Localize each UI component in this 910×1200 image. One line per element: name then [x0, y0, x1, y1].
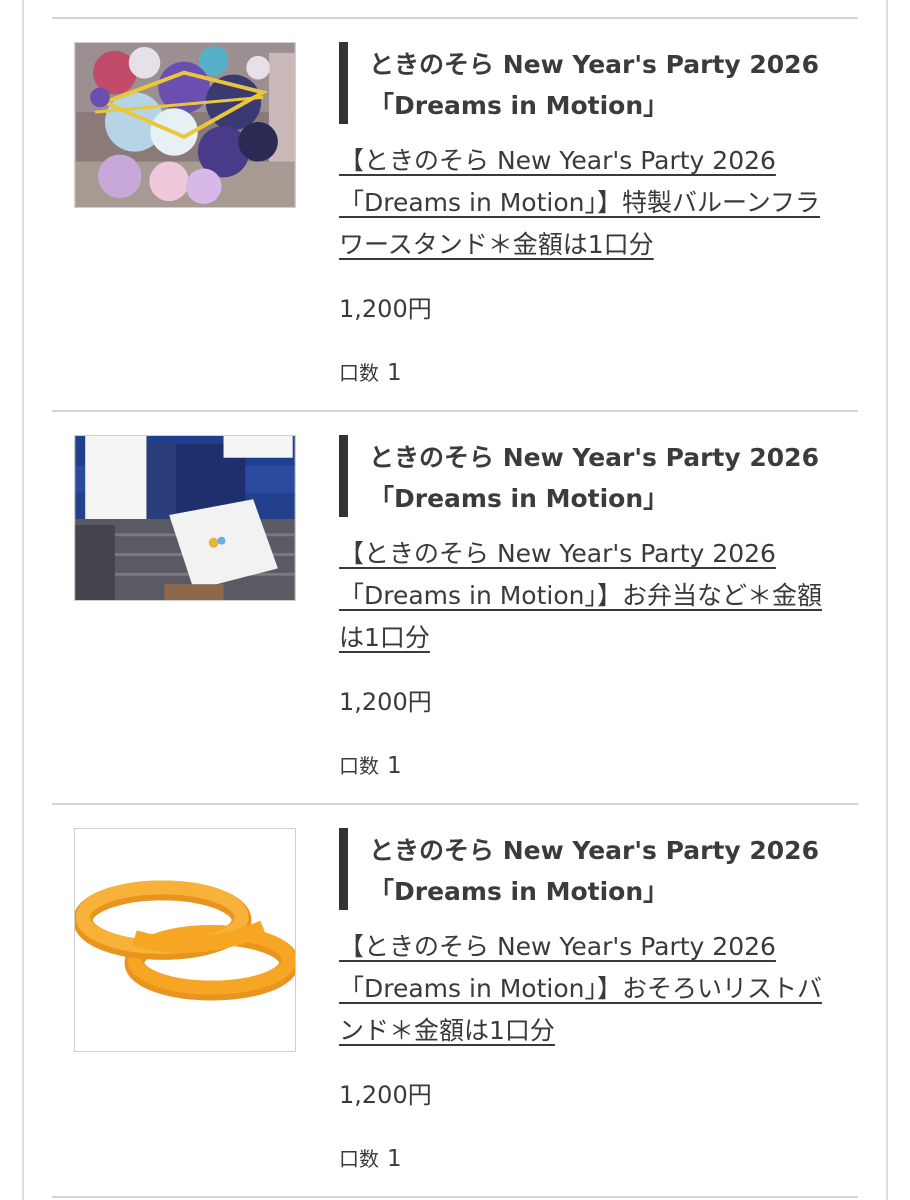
quantity-value: 1: [387, 360, 402, 386]
title-accent-bar: [339, 42, 348, 124]
product-name-link[interactable]: 【ときのそら New Year's Party 2026「Dreams in M…: [339, 926, 839, 1052]
balloon-flower-stand-photo: [75, 43, 295, 207]
left-border-line: [22, 0, 24, 1200]
wristband-illustration: [75, 829, 295, 1051]
event-title: ときのそら New Year's Party 2026 「Dreams in M…: [369, 836, 819, 906]
quantity-value: 1: [387, 753, 402, 779]
quantity-label: 口数: [339, 361, 379, 385]
bento-boxes-photo: [75, 436, 295, 600]
list-divider: [52, 1196, 858, 1198]
product-price: 1,200円: [339, 1081, 432, 1109]
quantity: 口数 1: [339, 357, 402, 386]
product-price: 1,200円: [339, 688, 432, 716]
product-price: 1,200円: [339, 295, 432, 323]
right-border-line: [886, 0, 888, 1200]
quantity: 口数 1: [339, 1143, 402, 1172]
event-title-block: ときのそら New Year's Party 2026 「Dreams in M…: [339, 435, 858, 519]
product-name-link[interactable]: 【ときのそら New Year's Party 2026「Dreams in M…: [339, 140, 839, 266]
cart-item: ときのそら New Year's Party 2026 「Dreams in M…: [52, 19, 858, 411]
event-title-block: ときのそら New Year's Party 2026 「Dreams in M…: [339, 42, 858, 126]
product-name-link[interactable]: 【ときのそら New Year's Party 2026「Dreams in M…: [339, 533, 839, 659]
quantity-label: 口数: [339, 1147, 379, 1171]
quantity-label: 口数: [339, 754, 379, 778]
product-thumbnail[interactable]: [74, 435, 296, 601]
product-thumbnail[interactable]: [74, 828, 296, 1052]
product-thumbnail[interactable]: [74, 42, 296, 208]
title-accent-bar: [339, 435, 348, 517]
quantity: 口数 1: [339, 750, 402, 779]
event-title: ときのそら New Year's Party 2026 「Dreams in M…: [369, 50, 819, 120]
quantity-value: 1: [387, 1146, 402, 1172]
title-accent-bar: [339, 828, 348, 910]
event-title-block: ときのそら New Year's Party 2026 「Dreams in M…: [339, 828, 858, 912]
cart-item: ときのそら New Year's Party 2026 「Dreams in M…: [52, 412, 858, 804]
cart-item: ときのそら New Year's Party 2026 「Dreams in M…: [52, 805, 858, 1197]
event-title: ときのそら New Year's Party 2026 「Dreams in M…: [369, 443, 819, 513]
